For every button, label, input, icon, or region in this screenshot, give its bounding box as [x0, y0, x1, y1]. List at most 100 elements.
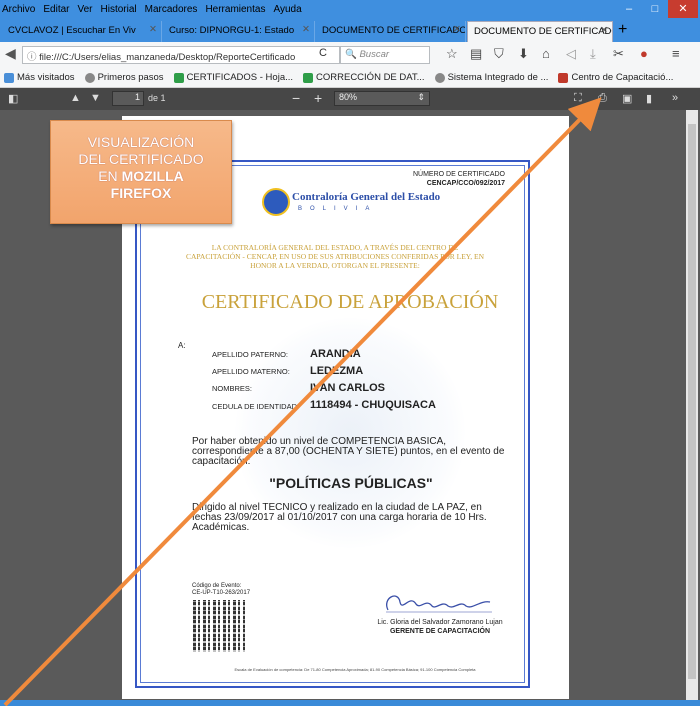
hamburger-menu-icon[interactable]: ≡: [672, 46, 680, 61]
tab-documento-active[interactable]: DOCUMENTO DE CERTIFICADO ✕: [467, 21, 613, 42]
course-name: "POLÍTICAS PÚBLICAS": [269, 475, 433, 491]
reload-icon[interactable]: C: [319, 47, 327, 59]
bookmark-sistema-integrado[interactable]: Sistema Integrado de ...: [434, 72, 548, 83]
moodle-icon: [558, 72, 569, 83]
bookmarks-bar: Más visitados Primeros pasos CERTIFICADO…: [0, 68, 700, 88]
bookmark-label: CORRECCIÓN DE DAT...: [316, 72, 425, 83]
search-icon: 🔍: [345, 49, 360, 60]
field-label-paterno: APELLIDO PATERNO:: [212, 350, 288, 359]
tab-cvclavoz[interactable]: CVCLAVOZ | Escuchar En Viv ✕: [2, 21, 162, 42]
callout-prefix: EN: [98, 168, 122, 184]
home-icon[interactable]: ⌂: [542, 46, 550, 61]
bookmark-label: Primeros pasos: [97, 72, 164, 83]
search-placeholder: Buscar: [359, 49, 390, 60]
callout-line-3: EN MOZILLA: [51, 168, 231, 185]
next-page-icon[interactable]: ▼: [90, 92, 101, 104]
callout-line-1: VISUALIZACIÓN: [87, 134, 195, 150]
event-details-text: Dirigido al nivel TECNICO y realizado en…: [192, 502, 487, 533]
chevron-down-icon: ⇕: [417, 92, 425, 102]
close-icon[interactable]: ✕: [149, 24, 157, 35]
competence-text: Por haber obtenido un nivel de COMPETENC…: [192, 436, 505, 467]
extension-icon[interactable]: ●: [640, 46, 648, 61]
org-name: Contraloría General del Estado: [292, 191, 441, 203]
search-input[interactable]: 🔍 Buscar: [340, 46, 430, 64]
sidebar-toggle-icon[interactable]: ◧: [8, 92, 18, 105]
vertical-scrollbar[interactable]: [686, 110, 698, 700]
certificate-number: NÚMERO DE CERTIFICADO CENCAP/CCO/092/201…: [405, 170, 505, 188]
bookmark-correccion[interactable]: CORRECCIÓN DE DAT...: [303, 72, 425, 83]
certificate-number-value: CENCAP/CCO/092/2017: [426, 180, 505, 187]
tab-label: DOCUMENTO DE CERTIFICADO: [322, 25, 466, 36]
field-value-materno: LEDEZMA: [310, 365, 364, 377]
bookmark-certificados[interactable]: CERTIFICADOS - Hoja...: [173, 72, 294, 83]
url-bar[interactable]: ⓘ file:///C:/Users/elias_manzaneda/Deskt…: [22, 46, 340, 64]
presentation-mode-icon[interactable]: ⛶: [574, 92, 582, 105]
signer-title: GERENTE DE CAPACITACIÓN: [389, 628, 491, 635]
reading-list-icon[interactable]: ▤: [470, 46, 482, 62]
close-icon[interactable]: ✕: [600, 25, 608, 36]
screenshot-icon[interactable]: ✂: [613, 46, 624, 62]
menu-historial[interactable]: Historial: [101, 4, 137, 15]
callout-bold-mozilla: MOZILLA: [121, 168, 184, 184]
zoom-value: 80%: [339, 92, 358, 102]
menu-editar[interactable]: Editar: [43, 4, 69, 15]
menu-ver[interactable]: Ver: [77, 4, 92, 15]
menu-herramientas[interactable]: Herramientas: [205, 4, 265, 15]
maximize-button[interactable]: □: [642, 0, 668, 18]
zoom-out-button[interactable]: −: [292, 90, 300, 106]
tab-documento-1[interactable]: DOCUMENTO DE CERTIFICADO ✕: [316, 21, 466, 42]
tools-menu-icon[interactable]: »: [672, 92, 678, 104]
close-icon[interactable]: ✕: [453, 24, 461, 35]
bookmark-centro-capacitacion[interactable]: Centro de Capacitació...: [558, 72, 673, 83]
bookmark-label: Centro de Capacitació...: [571, 72, 674, 83]
window-controls: – □ ✕: [616, 0, 698, 18]
scrollbar-thumb[interactable]: [688, 124, 696, 679]
bookmark-primeros-pasos[interactable]: Primeros pasos: [84, 72, 164, 83]
pocket-icon[interactable]: ⛉: [494, 46, 504, 62]
contraloria-logo: [262, 188, 290, 216]
globe-icon: [434, 72, 445, 83]
annotation-callout: VISUALIZACIÓN DEL CERTIFICADO EN MOZILLA…: [50, 120, 232, 224]
org-country: BOLIVIA: [298, 206, 378, 212]
pdf-toolbar: ◧ ▲ ▼ 1 de 1 − + 80% ⇕ ⛶ ⎙ ▣ ▮ »: [0, 88, 700, 110]
firefox-window: Archivo Editar Ver Historial Marcadores …: [0, 0, 700, 706]
certificate-intro: LA CONTRALORÍA GENERAL DEL ESTADO, A TRA…: [186, 243, 484, 270]
page-total-label: de 1: [148, 93, 166, 103]
close-icon[interactable]: ✕: [302, 24, 310, 35]
info-icon[interactable]: ⓘ: [27, 52, 39, 63]
field-value-paterno: ARANDIA: [310, 348, 361, 360]
field-label-nombres: NOMBRES:: [212, 384, 253, 393]
save-icon[interactable]: ▣: [622, 92, 632, 105]
minimize-button[interactable]: –: [616, 0, 642, 18]
zoom-in-button[interactable]: +: [314, 90, 322, 106]
previous-page-icon[interactable]: ▲: [70, 92, 81, 104]
back-arrow-icon[interactable]: ◀: [5, 45, 16, 62]
menu-ayuda[interactable]: Ayuda: [273, 4, 301, 15]
menu-archivo[interactable]: Archivo: [2, 4, 35, 15]
qr-code-pattern: [193, 600, 245, 652]
menu-marcadores[interactable]: Marcadores: [145, 4, 198, 15]
tab-strip: CVCLAVOZ | Escuchar En Viv ✕ Curso: DIPN…: [0, 18, 700, 42]
callout-bold-firefox: FIREFOX: [110, 185, 172, 201]
callout-line-4: FIREFOX: [51, 185, 231, 202]
zoom-select[interactable]: 80% ⇕: [334, 91, 430, 106]
folder-icon: [4, 72, 14, 83]
callout-line-2: DEL CERTIFICADO: [78, 151, 204, 167]
bookmark-mas-visitados[interactable]: Más visitados: [4, 72, 75, 83]
bookmark-icon[interactable]: ▮: [646, 92, 652, 105]
close-window-button[interactable]: ✕: [668, 0, 698, 18]
drive-icon: [173, 72, 184, 83]
tab-label: Curso: DIPNORGU-1: Estado: [169, 25, 295, 36]
bookmark-label: CERTIFICADOS - Hoja...: [186, 72, 294, 83]
tab-curso[interactable]: Curso: DIPNORGU-1: Estado ✕: [163, 21, 315, 42]
bookmark-label: Más visitados: [17, 72, 75, 83]
new-tab-button[interactable]: +: [618, 22, 627, 38]
star-bookmark-icon[interactable]: ☆: [446, 46, 458, 62]
tab-label: CVCLAVOZ | Escuchar En Viv: [8, 25, 136, 36]
download-tray-icon[interactable]: ⤓: [590, 46, 596, 62]
page-number-input[interactable]: 1: [112, 91, 144, 106]
share-icon[interactable]: ◁: [566, 46, 576, 62]
download-icon[interactable]: ⬇: [518, 46, 529, 62]
print-icon[interactable]: ⎙: [598, 92, 607, 105]
field-value-nombres: IVAN CARLOS: [310, 382, 385, 394]
